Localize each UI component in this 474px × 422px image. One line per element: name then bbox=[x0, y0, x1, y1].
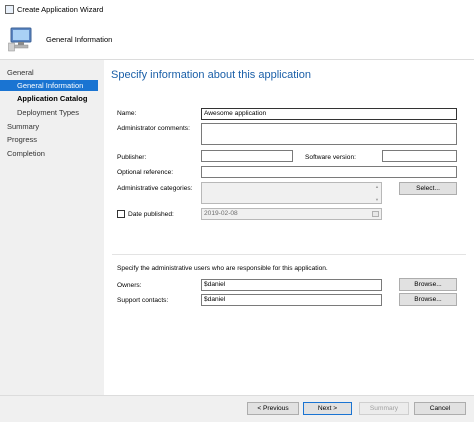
owners-input[interactable]: $daniel bbox=[201, 279, 382, 291]
sidebar-item-general-information: General Information bbox=[0, 80, 98, 91]
admin-users-note: Specify the administrative users who are… bbox=[117, 265, 328, 272]
admin-categories-scrollbar[interactable]: ▲ ▼ bbox=[374, 184, 380, 202]
scroll-up-icon[interactable]: ▲ bbox=[374, 184, 380, 189]
owners-browse-button[interactable]: Browse... bbox=[399, 278, 457, 291]
sidebar-item-summary: Summary bbox=[7, 122, 40, 131]
wizard-sidebar: General General Information Application … bbox=[0, 60, 104, 421]
admin-categories-list: ▲ ▼ bbox=[201, 182, 382, 204]
computer-icon bbox=[8, 27, 32, 52]
sidebar-group-general: General bbox=[7, 68, 34, 77]
wizard-window-icon bbox=[5, 5, 14, 14]
owners-label: Owners: bbox=[117, 282, 142, 289]
software-version-label: Software version: bbox=[305, 154, 356, 161]
admin-categories-label: Administrative categories: bbox=[117, 185, 193, 192]
sidebar-item-deployment-types: Deployment Types bbox=[17, 108, 79, 117]
admin-comments-textarea[interactable] bbox=[201, 123, 457, 145]
software-version-input[interactable] bbox=[382, 150, 457, 162]
page-title: General Information bbox=[46, 35, 113, 44]
name-input[interactable]: Awesome application bbox=[201, 108, 457, 120]
date-published-label: Date published: bbox=[128, 211, 174, 218]
date-published-value: 2019-02-08 bbox=[204, 210, 238, 217]
next-button[interactable]: Next > bbox=[303, 402, 352, 415]
name-label: Name: bbox=[117, 110, 137, 117]
window-title: Create Application Wizard bbox=[17, 5, 104, 14]
publisher-input[interactable] bbox=[201, 150, 293, 162]
calendar-icon[interactable] bbox=[372, 211, 379, 217]
scroll-down-icon[interactable]: ▼ bbox=[374, 197, 380, 202]
sidebar-item-completion: Completion bbox=[7, 149, 45, 158]
previous-button[interactable]: < Previous bbox=[247, 402, 299, 415]
optional-reference-label: Optional reference: bbox=[117, 169, 174, 176]
optional-reference-input[interactable] bbox=[201, 166, 457, 178]
sidebar-item-application-catalog: Application Catalog bbox=[17, 94, 88, 103]
content-heading: Specify information about this applicati… bbox=[111, 69, 311, 81]
sidebar-item-progress: Progress bbox=[7, 135, 38, 144]
section-divider bbox=[112, 254, 466, 255]
date-published-checkbox[interactable] bbox=[117, 210, 125, 218]
date-published-picker[interactable]: 2019-02-08 bbox=[201, 208, 382, 220]
publisher-label: Publisher: bbox=[117, 154, 147, 161]
support-contacts-input[interactable]: $daniel bbox=[201, 294, 382, 306]
summary-button: Summary bbox=[359, 402, 409, 415]
admin-comments-label: Administrator comments: bbox=[117, 125, 190, 132]
cancel-button[interactable]: Cancel bbox=[414, 402, 466, 415]
title-bar: Create Application Wizard bbox=[0, 0, 474, 20]
support-contacts-browse-button[interactable]: Browse... bbox=[399, 293, 457, 306]
wizard-header: General Information bbox=[0, 20, 474, 60]
select-categories-button[interactable]: Select... bbox=[399, 182, 457, 195]
support-contacts-label: Support contacts: bbox=[117, 297, 169, 304]
